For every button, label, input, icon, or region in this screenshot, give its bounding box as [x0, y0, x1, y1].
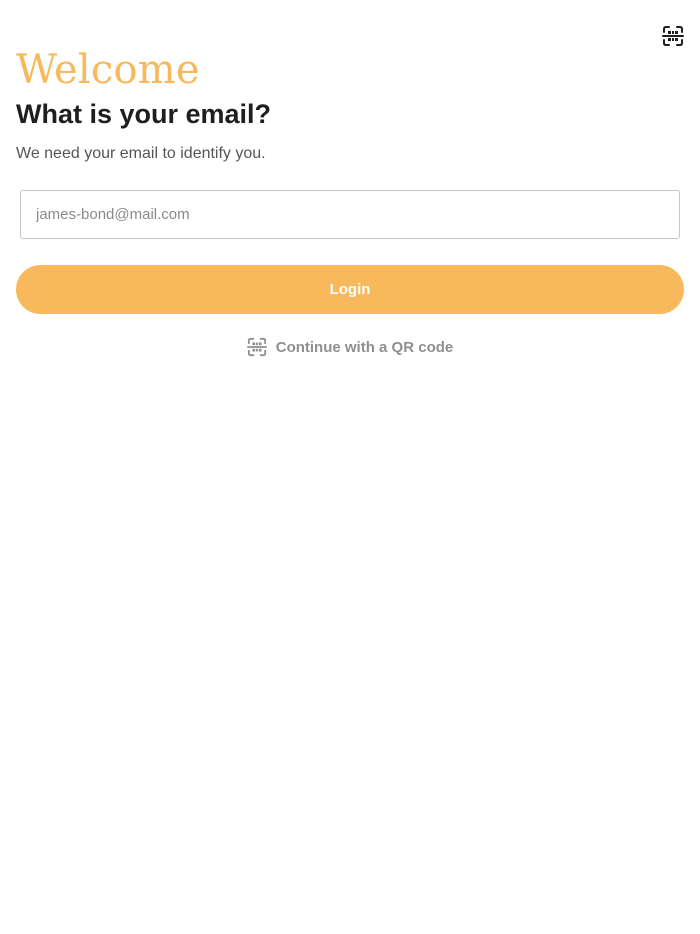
- qr-scan-icon: [662, 25, 684, 47]
- email-question-heading: What is your email?: [16, 99, 272, 129]
- qr-scan-button[interactable]: [662, 25, 684, 47]
- continue-with-qr-button[interactable]: Continue with a QR code: [0, 336, 700, 358]
- email-field[interactable]: [20, 190, 680, 239]
- continue-with-qr-label: Continue with a QR code: [275, 338, 454, 356]
- login-button[interactable]: Login: [16, 265, 684, 314]
- email-description: We need your email to identify you.: [16, 145, 266, 162]
- qr-scan-icon: [246, 337, 267, 357]
- welcome-title: Welcome: [16, 47, 200, 93]
